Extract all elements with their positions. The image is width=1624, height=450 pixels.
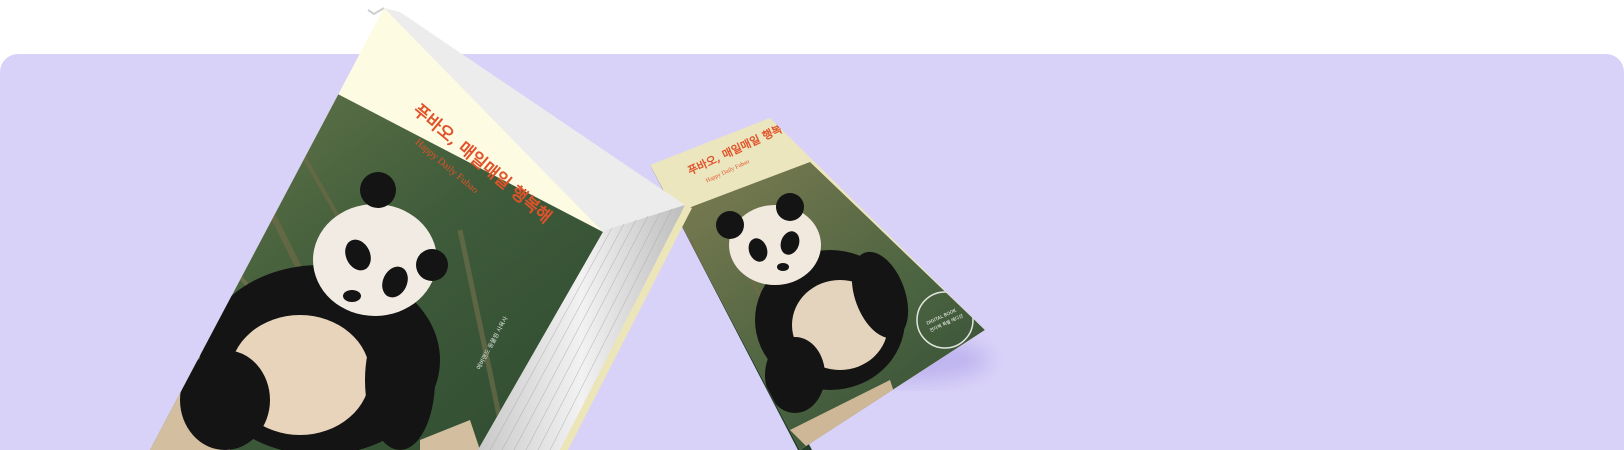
small-book: 푸바오, 매일매일 행복해 Happy Daily Fubao DIGITAL … — [650, 118, 985, 450]
small-book-cover: 푸바오, 매일매일 행복해 Happy Daily Fubao DIGITAL … — [650, 118, 985, 450]
large-book: 푸바오, 매일매일 행복해 Happy Daily Fubao 에버랜드 동물원… — [150, 7, 692, 450]
promo-stage: 푸바오, 매일매일 행복해 Happy Daily Fubao DIGITAL … — [0, 0, 1624, 450]
book-illustration: 푸바오, 매일매일 행복해 Happy Daily Fubao DIGITAL … — [150, 7, 990, 450]
